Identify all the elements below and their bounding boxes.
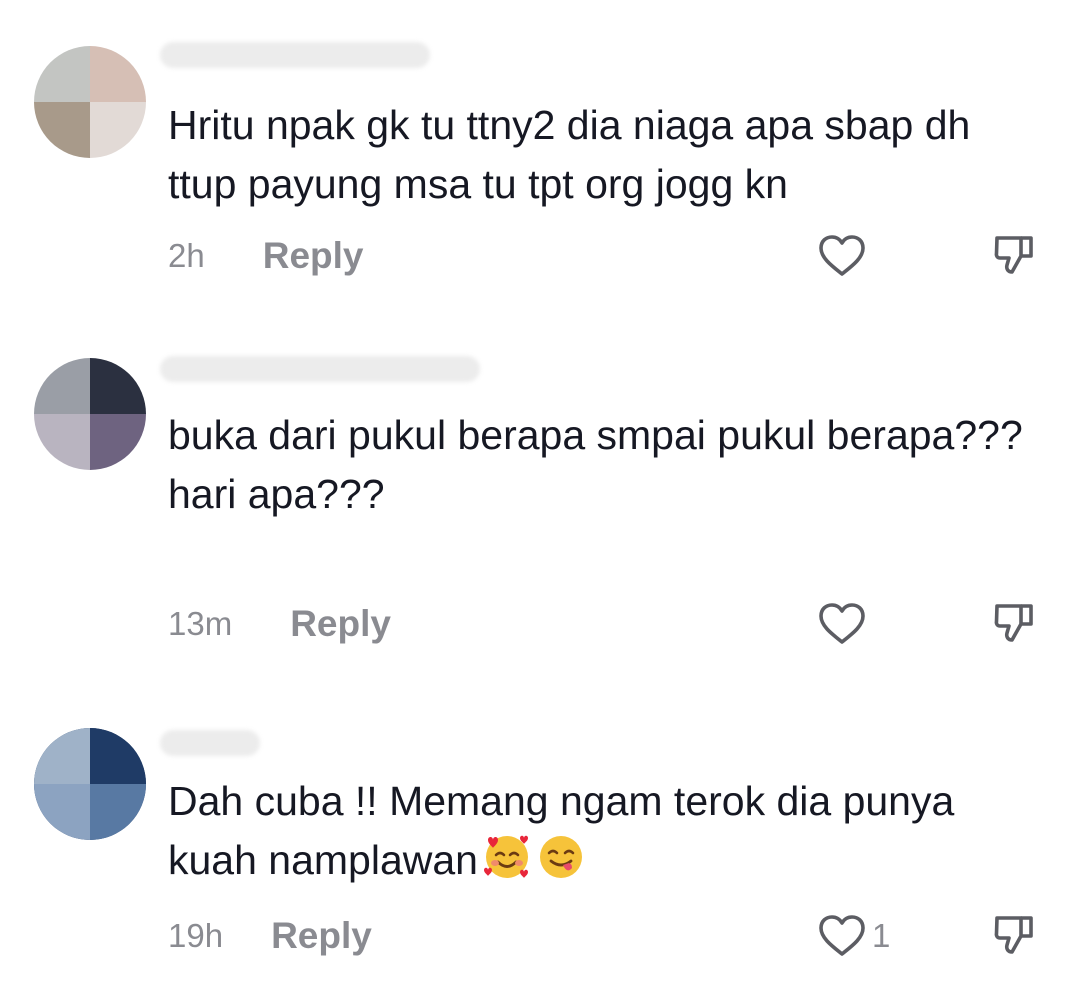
like-button[interactable]: 1	[818, 914, 890, 958]
avatar-pixel	[34, 414, 90, 470]
username-redacted[interactable]	[160, 730, 260, 756]
smiling-face-with-hearts-icon	[482, 832, 532, 898]
dislike-button[interactable]	[991, 600, 1037, 651]
thumbs-down-icon	[994, 916, 1033, 954]
comment-text: Hritu npak gk tu ttny2 dia niaga apa sba…	[168, 102, 971, 207]
heart-icon	[819, 603, 865, 644]
avatar-pixel	[90, 358, 146, 414]
comment-time: 19h	[168, 917, 224, 954]
avatar-pixel	[90, 728, 146, 784]
heart-icon	[819, 915, 865, 956]
username-redacted[interactable]	[160, 356, 480, 382]
dislike-button[interactable]	[991, 232, 1037, 283]
comment-time: 13m	[168, 605, 233, 642]
thumbs-down-icon	[994, 604, 1033, 642]
avatar-pixel	[90, 414, 146, 470]
avatar-pixel	[90, 784, 146, 840]
like-button[interactable]	[818, 234, 866, 278]
dislike-button[interactable]	[991, 912, 1037, 963]
comment-meta: 2h Reply	[168, 234, 363, 278]
avatar-pixel	[90, 46, 146, 102]
comment-time: 2h	[168, 237, 205, 274]
avatar-pixel	[34, 102, 90, 158]
avatar[interactable]	[34, 728, 146, 840]
comment-text: Dah cuba !! Memang ngam terok dia punya …	[168, 772, 1048, 898]
comment-meta: 19h Reply	[168, 914, 372, 958]
comment-meta: 13m Reply	[168, 602, 391, 646]
thumbs-down-icon	[994, 236, 1033, 274]
avatar-pixel	[34, 358, 90, 414]
comment-text: buka dari pukul berapa smpai pukul berap…	[168, 412, 1023, 517]
avatar-pixel	[90, 102, 146, 158]
like-count: 1	[872, 917, 891, 954]
avatar-pixel	[34, 784, 90, 840]
heart-icon	[819, 235, 865, 276]
like-button[interactable]	[818, 602, 866, 646]
face-savoring-food-icon	[536, 832, 586, 898]
username-redacted[interactable]	[160, 42, 430, 68]
avatar-pixel	[34, 46, 90, 102]
reply-button[interactable]: Reply	[290, 603, 391, 645]
reply-button[interactable]: Reply	[263, 235, 364, 277]
avatar-pixel	[34, 728, 90, 784]
avatar[interactable]	[34, 358, 146, 470]
reply-button[interactable]: Reply	[271, 915, 372, 957]
avatar[interactable]	[34, 46, 146, 158]
